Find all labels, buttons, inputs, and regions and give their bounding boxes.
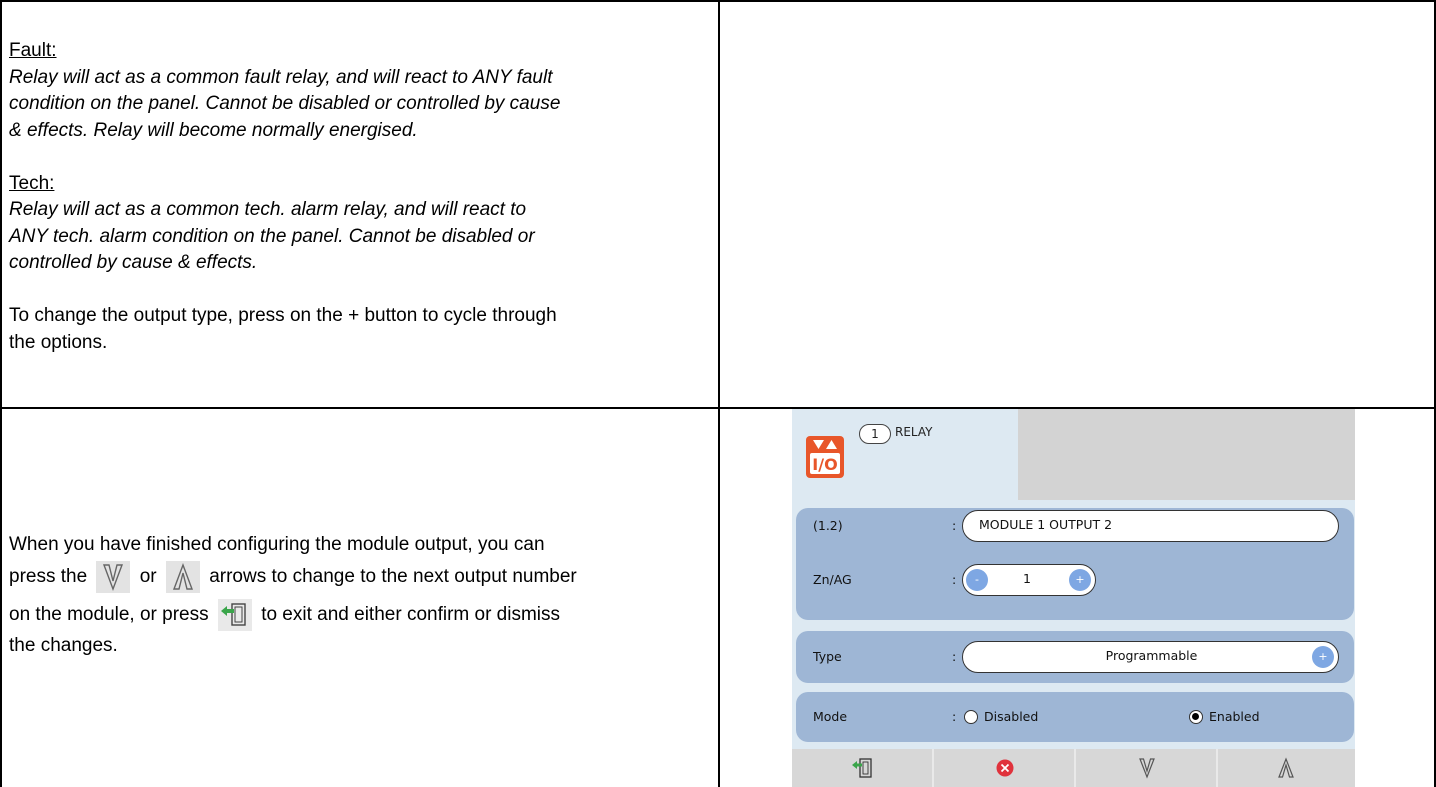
mode-disabled-label: Disabled: [984, 709, 1039, 724]
down-arrow-icon: [96, 560, 131, 593]
change-line-2: the options.: [9, 331, 108, 353]
nav-line-3-a: on the module, or press: [9, 604, 209, 625]
mode-enabled-label: Enabled: [1209, 709, 1260, 724]
tech-line-3: controlled by cause & effects.: [9, 252, 258, 273]
nav-line-2-a: press the: [9, 566, 88, 587]
fault-line-3: & effects. Relay will become normally en…: [9, 119, 418, 141]
nav-line-2-c: arrows to change to the next output numb…: [209, 566, 577, 587]
fault-line-1: Relay will act as a common fault relay, …: [9, 66, 553, 88]
change-line-1: To change the output type, press on the …: [9, 305, 557, 326]
down-arrow-icon: [1139, 758, 1155, 779]
type-label: Type: [813, 649, 842, 664]
tech-heading: Tech:: [9, 172, 55, 194]
exit-button[interactable]: [792, 749, 934, 787]
mode-enabled-radio[interactable]: [1189, 710, 1203, 724]
mode-disabled-radio[interactable]: [964, 710, 978, 724]
mode-label: Mode: [813, 709, 848, 724]
relay-number-badge: 1: [859, 424, 891, 444]
zone-minus-button[interactable]: -: [966, 569, 988, 591]
nav-line-1: When you have finished configuring the m…: [9, 534, 545, 555]
name-zone-group: (1.2) : MODULE 1 OUTPUT 2 Zn/AG : 1 - +: [796, 508, 1354, 620]
mode-group: Mode : Disabled Enabled: [796, 692, 1354, 742]
fault-heading: Fault:: [9, 40, 57, 61]
zone-label: Zn/AG: [813, 572, 852, 587]
navigation-instructions: When you have finished configuring the m…: [9, 532, 714, 658]
cancel-icon: [996, 759, 1014, 777]
output-type-descriptions: Fault: Relay will act as a common fault …: [9, 38, 714, 356]
mode-colon: :: [952, 709, 957, 724]
tech-line-1: Relay will act as a common tech. alarm r…: [9, 199, 527, 220]
up-button[interactable]: [1218, 749, 1355, 787]
nav-line-2: press the or arrows to change to the nex…: [9, 558, 714, 596]
type-field: Programmable: [962, 641, 1339, 673]
name-field[interactable]: MODULE 1 OUTPUT 2: [962, 510, 1339, 542]
cancel-button[interactable]: [934, 749, 1076, 787]
down-button[interactable]: [1076, 749, 1218, 787]
nav-line-4: the changes.: [9, 635, 118, 656]
type-colon: :: [952, 649, 957, 664]
tech-line-2: ANY tech. alarm condition on the panel. …: [9, 225, 535, 247]
address-label: (1.2): [813, 518, 843, 533]
type-value: Programmable: [1105, 648, 1198, 663]
svg-text:I/O: I/O: [812, 455, 837, 474]
nav-line-3: on the module, or press to exit and eith…: [9, 596, 714, 634]
fault-line-2: condition on the panel. Cannot be disabl…: [9, 93, 561, 114]
up-arrow-icon: [165, 560, 200, 593]
io-module-icon: I/O: [806, 436, 844, 478]
type-group: Type : Programmable +: [796, 631, 1354, 683]
screen-title: RELAY: [895, 425, 933, 439]
name-field-value: MODULE 1 OUTPUT 2: [979, 517, 1113, 532]
screen-button-bar: [792, 749, 1355, 787]
table-border-left: [0, 0, 2, 787]
header-blank-area: [1018, 409, 1355, 500]
zone-plus-button[interactable]: +: [1069, 569, 1091, 591]
up-arrow-icon: [1278, 757, 1294, 778]
zone-colon: :: [952, 572, 957, 587]
zone-value: 1: [1023, 571, 1031, 586]
table-column-divider: [718, 0, 720, 787]
panel-screen: I/O 1 RELAY (1.2) : MODULE 1 OUTPUT 2 Zn…: [792, 409, 1355, 787]
type-plus-button[interactable]: +: [1312, 646, 1334, 668]
address-colon: :: [952, 518, 957, 533]
nav-line-3-b: to exit and either confirm or dismiss: [261, 604, 561, 625]
nav-line-2-b: or: [139, 566, 157, 587]
exit-icon: [852, 758, 872, 778]
exit-icon: [217, 598, 252, 631]
